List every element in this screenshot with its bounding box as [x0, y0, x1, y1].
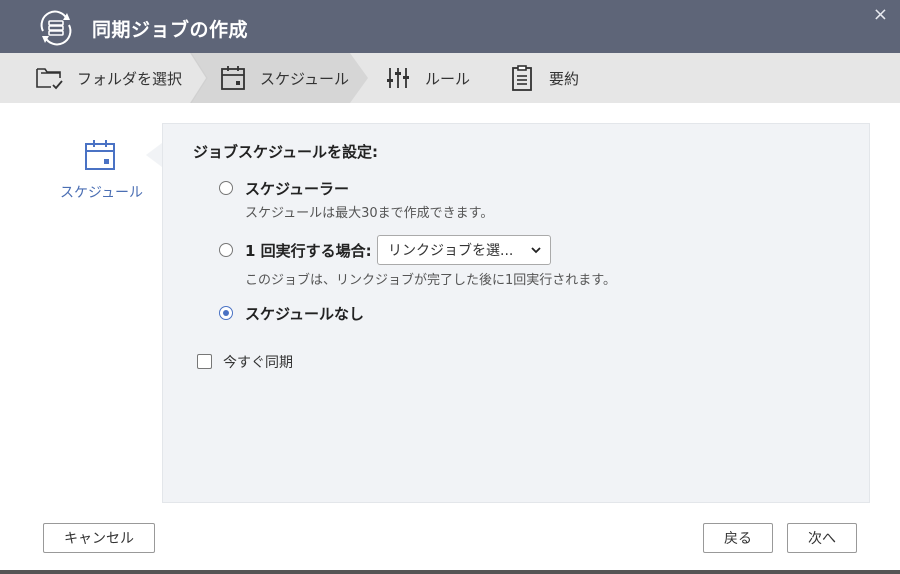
step-rules: ルール [383, 53, 470, 103]
sync-now-label: 今すぐ同期 [223, 355, 293, 371]
sidebar-label: スケジュール [60, 185, 144, 201]
option-label-no-schedule: スケジュールなし [245, 305, 364, 323]
select-value: リンクジョブを選... [388, 243, 514, 259]
cancel-button[interactable]: キャンセル [43, 523, 155, 553]
folder-check-icon [35, 63, 65, 93]
link-job-select[interactable]: リンクジョブを選... [377, 235, 551, 265]
chevron-down-icon [531, 247, 541, 254]
option-desc-run-once: このジョブは、リンクジョブが完了した後に1回実行されます。 [245, 273, 616, 288]
step-label: スケジュール [260, 69, 349, 88]
step-schedule: スケジュール [218, 53, 349, 103]
window-bottom-border [0, 570, 900, 574]
step-select-folder: フォルダを選択 [35, 53, 182, 103]
option-label-run-once: 1 回実行する場合: [245, 242, 372, 260]
step-label: フォルダを選択 [77, 69, 183, 88]
step-label: 要約 [549, 69, 580, 88]
chevron-separator [190, 53, 208, 103]
title-bar: 同期ジョブの作成 × [0, 0, 900, 53]
step-summary: 要約 [507, 53, 579, 103]
radio-run-once[interactable] [219, 243, 233, 257]
panel-pointer [146, 143, 162, 167]
back-button[interactable]: 戻る [703, 523, 773, 553]
sync-now-checkbox[interactable] [197, 354, 212, 369]
window-title: 同期ジョブの作成 [92, 19, 249, 41]
sync-job-icon [40, 10, 72, 46]
sliders-icon [383, 63, 413, 93]
clipboard-icon [507, 63, 537, 93]
panel-heading: ジョブスケジュールを設定: [193, 143, 378, 161]
radio-scheduler[interactable] [219, 181, 233, 195]
wizard-steps: フォルダを選択 スケジュール ルール 要約 [0, 53, 900, 103]
calendar-icon [85, 140, 115, 170]
option-label-scheduler: スケジューラー [245, 180, 349, 198]
next-button[interactable]: 次へ [787, 523, 857, 553]
option-desc-scheduler: スケジュールは最大30まで作成できます。 [245, 206, 494, 221]
calendar-icon [218, 63, 248, 93]
close-icon[interactable]: × [873, 4, 888, 25]
radio-no-schedule[interactable] [219, 306, 233, 320]
step-label: ルール [425, 69, 471, 88]
